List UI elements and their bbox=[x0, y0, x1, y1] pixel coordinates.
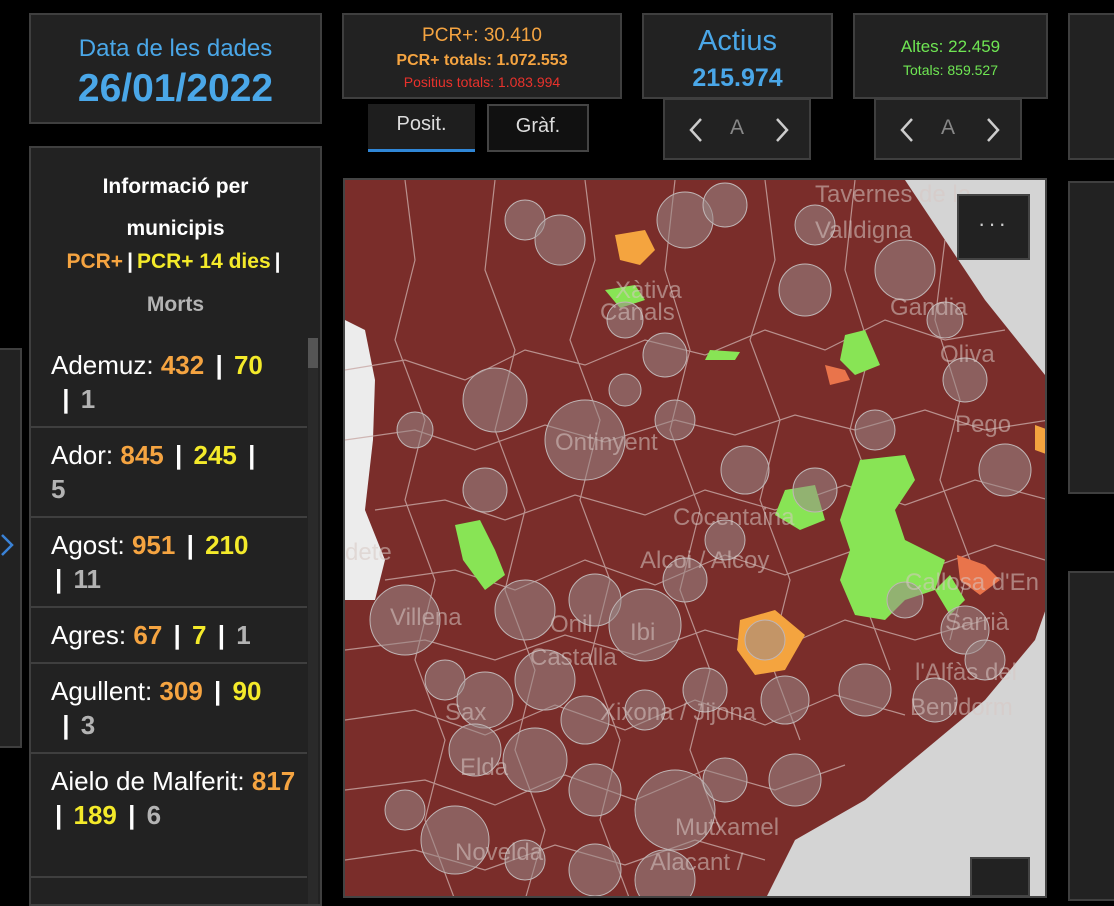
muni-morts: 11 bbox=[73, 564, 102, 594]
muni-pcr14: 90 bbox=[232, 676, 262, 706]
altes-count: Altes: 22.459 bbox=[900, 37, 1001, 56]
actius-nav: A bbox=[663, 98, 811, 160]
altes-nav: A bbox=[874, 98, 1022, 160]
actius-value: 215.974 bbox=[692, 64, 783, 92]
date-panel: Data de les dades 26/01/2022 bbox=[29, 13, 322, 124]
actius-panel: Actius 215.974 bbox=[642, 13, 833, 99]
svg-text:Oliva: Oliva bbox=[940, 341, 995, 368]
muni-pcr14: 245 bbox=[193, 440, 237, 470]
right-panel-middle bbox=[1068, 181, 1114, 494]
date-label: Data de les dades bbox=[78, 35, 273, 62]
list-item[interactable]: Ador: 845 | 245 | 5 bbox=[31, 428, 307, 518]
svg-text:dete: dete bbox=[345, 539, 392, 566]
svg-text:Benidorm: Benidorm bbox=[910, 694, 1013, 721]
scrollbar-thumb[interactable] bbox=[308, 338, 318, 368]
tab-graf[interactable]: Gràf. bbox=[487, 104, 589, 152]
svg-text:Valldigna: Valldigna bbox=[815, 217, 913, 244]
municipality-title-line2: municipis bbox=[126, 217, 225, 240]
svg-text:Castalla: Castalla bbox=[530, 644, 617, 671]
legend-morts: Morts bbox=[146, 293, 205, 316]
map-options-button[interactable]: ··· bbox=[957, 194, 1030, 260]
svg-text:Mutxamel: Mutxamel bbox=[675, 814, 779, 841]
date-value: 26/01/2022 bbox=[77, 67, 274, 110]
right-panel-top bbox=[1068, 13, 1114, 160]
tab-posit[interactable]: Posit. bbox=[368, 104, 475, 152]
muni-pcr: 817 bbox=[251, 766, 296, 796]
svg-text:Ontinyent: Ontinyent bbox=[555, 429, 658, 456]
svg-text:Sax: Sax bbox=[445, 699, 486, 726]
chevron-right-icon[interactable] bbox=[0, 531, 14, 559]
muni-pcr: 67 bbox=[133, 620, 163, 650]
list-item[interactable]: Ademuz: 432 | 70 | 1 bbox=[31, 338, 307, 428]
muni-name: Ademuz bbox=[51, 350, 147, 380]
zoom-in-button[interactable] bbox=[970, 857, 1030, 897]
chevron-right-icon[interactable] bbox=[982, 116, 1004, 144]
svg-text:l'Alfàs del: l'Alfàs del bbox=[915, 659, 1017, 686]
svg-text:Villena: Villena bbox=[390, 604, 462, 631]
svg-text:Ibi: Ibi bbox=[630, 619, 655, 646]
svg-text:Cocentaina: Cocentaina bbox=[673, 504, 795, 531]
list-item[interactable]: Agost: 951 | 210 | 11 bbox=[31, 518, 307, 608]
muni-name: Agullent bbox=[51, 676, 145, 706]
svg-text:Novelda: Novelda bbox=[455, 839, 544, 866]
svg-text:Tavernes de la: Tavernes de la bbox=[815, 181, 972, 208]
muni-pcr: 432 bbox=[160, 350, 205, 380]
map-canvas[interactable]: Tavernes de la Valldigna Xàtiva Canals G… bbox=[345, 180, 1047, 898]
muni-name: Agost bbox=[51, 530, 118, 560]
muni-pcr: 951 bbox=[131, 530, 176, 560]
municipality-panel: Informació per municipis PCR+ | PCR+ 14 di… bbox=[29, 146, 322, 906]
muni-name: Agres bbox=[51, 620, 119, 650]
right-panel-bottom bbox=[1068, 571, 1114, 901]
list-item[interactable]: Agullent: 309 | 90 | 3 bbox=[31, 664, 307, 754]
svg-text:Alacant /: Alacant / bbox=[650, 849, 744, 876]
svg-text:Sarrià: Sarrià bbox=[945, 609, 1010, 636]
legend-pcr: PCR+ bbox=[66, 250, 124, 273]
svg-text:Elda: Elda bbox=[460, 754, 509, 781]
municipality-legend: PCR+ | PCR+ 14 dies | bbox=[66, 250, 281, 273]
pcr-totals: PCR+ totals: 1.072.553 bbox=[396, 52, 568, 69]
muni-pcr14: 189 bbox=[73, 800, 117, 830]
municipality-title: Informació per municipis bbox=[31, 166, 320, 250]
muni-morts: 3 bbox=[80, 710, 96, 740]
muni-pcr14: 7 bbox=[192, 620, 207, 650]
list-item[interactable]: Agres: 67 | 7 | 1 bbox=[31, 608, 307, 664]
scrollbar[interactable] bbox=[308, 338, 318, 904]
muni-morts: 1 bbox=[80, 384, 96, 414]
actius-label: Actius bbox=[698, 25, 777, 57]
svg-text:Canals: Canals bbox=[600, 299, 675, 326]
svg-text:Onil: Onil bbox=[550, 611, 593, 638]
muni-name: Ador bbox=[51, 440, 106, 470]
svg-text:Pego: Pego bbox=[955, 411, 1011, 438]
municipality-title-line1: Informació per bbox=[102, 175, 249, 198]
chevron-right-icon[interactable] bbox=[771, 116, 793, 144]
muni-pcr: 309 bbox=[159, 676, 203, 706]
pcr-count: PCR+: 30.410 bbox=[422, 25, 542, 46]
legend-pcr14: PCR+ 14 dies bbox=[136, 250, 271, 273]
svg-text:Xixona / Jijona: Xixona / Jijona bbox=[600, 699, 757, 726]
list-item[interactable]: Aielo de Malferit: 817 | 189 | 6 bbox=[31, 754, 307, 878]
municipality-list: Ademuz: 432 | 70 | 1 Ador: 845 | 245 | 5… bbox=[31, 338, 307, 878]
map-view[interactable]: Tavernes de la Valldigna Xàtiva Canals G… bbox=[343, 178, 1047, 898]
muni-pcr14: 70 bbox=[233, 350, 263, 380]
muni-pcr: 845 bbox=[120, 440, 164, 470]
muni-morts: 5 bbox=[51, 474, 66, 504]
pcr-panel: PCR+: 30.410 PCR+ totals: 1.072.553 Posi… bbox=[342, 13, 622, 99]
muni-morts: 1 bbox=[236, 620, 251, 650]
svg-text:Callosa d'En: Callosa d'En bbox=[905, 569, 1039, 596]
muni-pcr14: 210 bbox=[205, 530, 249, 560]
muni-morts: 6 bbox=[146, 800, 162, 830]
svg-text:Gandia: Gandia bbox=[890, 294, 968, 321]
altes-panel: Altes: 22.459 Totals: 859.527 bbox=[853, 13, 1048, 99]
collapse-panel-tab[interactable] bbox=[0, 348, 22, 748]
altes-totals: Totals: 859.527 bbox=[903, 62, 998, 78]
svg-text:Alcoi / Alcoy: Alcoi / Alcoy bbox=[640, 547, 769, 574]
muni-name: Aielo de Malferit bbox=[51, 766, 238, 796]
positius-totals: Positius totals: 1.083.994 bbox=[403, 74, 561, 90]
